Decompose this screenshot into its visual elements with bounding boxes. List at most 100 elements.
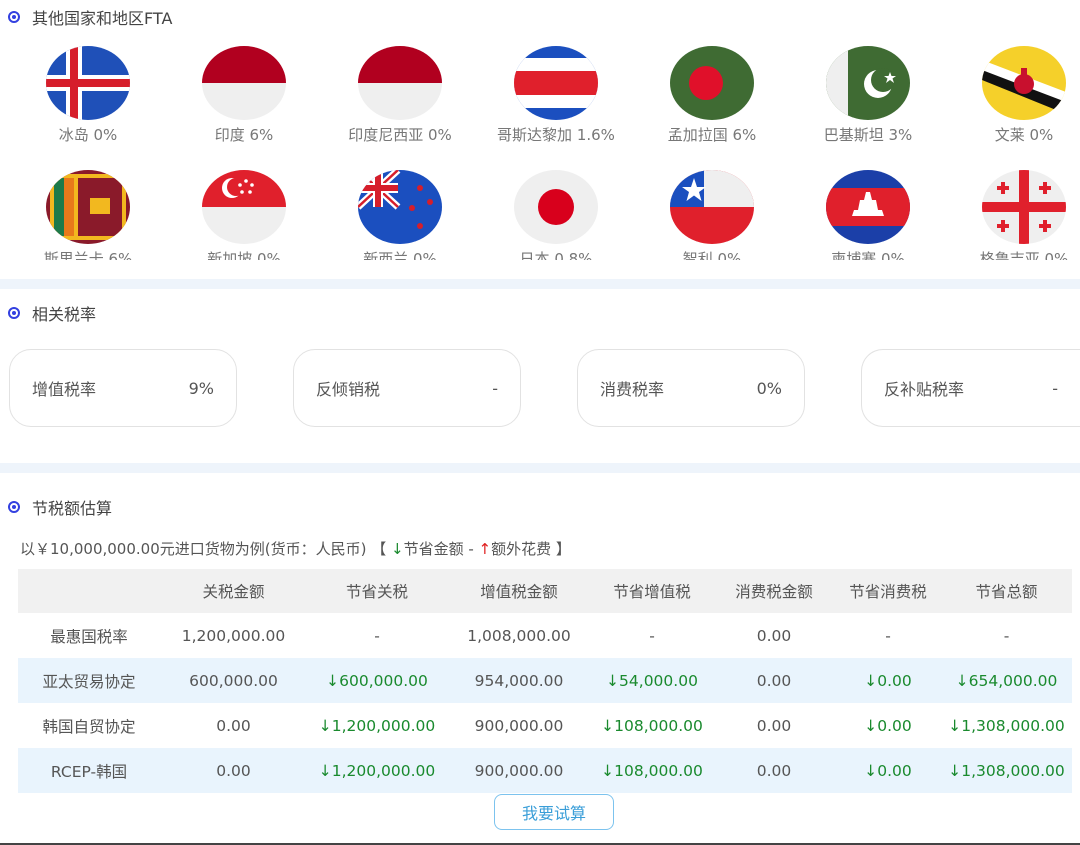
section-bullet-icon bbox=[8, 11, 20, 23]
country-item-new-zealand[interactable]: 新西兰 0% bbox=[325, 170, 475, 260]
cell-value: - bbox=[885, 626, 891, 645]
rate-card-name: 消费税率 bbox=[600, 380, 665, 399]
flag-grid: 冰岛 0% 印度 6% 印度尼西亚 0% 哥斯达黎加 1.6% 孟加拉国 6% … bbox=[0, 38, 1080, 260]
chile-flag-icon bbox=[670, 170, 754, 244]
savings-section-title: 节税额估算 bbox=[32, 499, 113, 518]
country-label: 印度 6% bbox=[214, 126, 274, 144]
section-bullet-icon bbox=[8, 307, 20, 319]
column-header: 节省关税 bbox=[307, 569, 447, 613]
bangladesh-flag-icon bbox=[670, 46, 754, 120]
country-label: 冰岛 0% bbox=[58, 126, 118, 144]
row-name: 亚太贸易协定 bbox=[18, 658, 160, 703]
fta-section-title: 其他国家和地区FTA bbox=[32, 9, 173, 28]
rate-card-value: - bbox=[492, 378, 498, 398]
cell-saving: ↓0.00 bbox=[835, 748, 941, 793]
rate-card-anti-dumping: 反倾销税 - bbox=[293, 349, 521, 427]
country-item-georgia[interactable]: 格鲁吉亚 0% bbox=[949, 170, 1080, 260]
rate-card-name: 增值税率 bbox=[32, 380, 97, 399]
country-item-costa-rica[interactable]: 哥斯达黎加 1.6% bbox=[481, 46, 631, 145]
country-item-bangladesh[interactable]: 孟加拉国 6% bbox=[637, 46, 787, 145]
desc-extra-label: 额外花费 bbox=[491, 540, 552, 558]
country-item-cambodia[interactable]: 柬埔寨 0% bbox=[793, 170, 943, 260]
cell-value: 900,000.00 bbox=[474, 716, 564, 735]
costa-rica-flag-icon bbox=[514, 46, 598, 120]
section-divider bbox=[0, 279, 1080, 289]
row-name: 最惠国税率 bbox=[50, 627, 128, 646]
cell-value: 600,000.00 bbox=[160, 658, 307, 703]
sri-lanka-flag-icon bbox=[46, 170, 130, 244]
desc-save-label: 节省金额 bbox=[403, 540, 464, 558]
cell-saving: ↓1,200,000.00 bbox=[318, 716, 436, 735]
desc-prefix: 以￥10,000,000.00元进口货物为例(货币：人民币) 【 bbox=[20, 540, 391, 558]
row-name: 韩国自贸协定 bbox=[42, 717, 136, 736]
country-label: 柬埔寨 0% bbox=[831, 250, 905, 260]
rate-card-name: 反补贴税率 bbox=[884, 380, 965, 399]
cell-value: 954,000.00 bbox=[447, 658, 591, 703]
rate-card-countervailing: 反补贴税率 - bbox=[861, 349, 1080, 427]
cell-saving: ↓0.00 bbox=[864, 716, 912, 735]
country-item-singapore[interactable]: 新加坡 0% bbox=[169, 170, 319, 260]
country-item-iceland[interactable]: 冰岛 0% bbox=[13, 46, 163, 145]
singapore-flag-icon bbox=[202, 170, 286, 244]
savings-section-header: 节税额估算 bbox=[8, 495, 112, 519]
pakistan-flag-icon bbox=[826, 46, 910, 120]
country-label: 文莱 0% bbox=[994, 126, 1054, 144]
cell-saving: ↓108,000.00 bbox=[591, 748, 713, 793]
country-item-sri-lanka[interactable]: 斯里兰卡 6% bbox=[13, 170, 163, 260]
cell-value: - bbox=[374, 626, 380, 645]
desc-suffix: 】 bbox=[551, 540, 571, 558]
column-header: 增值税金额 bbox=[447, 569, 591, 613]
column-header bbox=[18, 569, 160, 613]
cambodia-flag-icon bbox=[826, 170, 910, 244]
table-row: RCEP-韩国 0.00 ↓1,200,000.00 900,000.00 ↓1… bbox=[18, 748, 1072, 793]
desc-separator: - bbox=[463, 540, 479, 558]
cell-value: 900,000.00 bbox=[447, 748, 591, 793]
rates-section-header: 相关税率 bbox=[8, 301, 96, 325]
country-label: 新加坡 0% bbox=[207, 250, 281, 260]
up-arrow-icon: ↑ bbox=[478, 540, 492, 558]
column-header: 节省增值税 bbox=[591, 569, 713, 613]
column-header: 节省总额 bbox=[941, 569, 1072, 613]
cell-saving: ↓1,308,000.00 bbox=[948, 716, 1065, 735]
country-item-chile[interactable]: 智利 0% bbox=[637, 170, 787, 260]
section-bullet-icon bbox=[8, 501, 20, 513]
japan-flag-icon bbox=[514, 170, 598, 244]
table-row: 韩国自贸协定 0.00 ↓1,200,000.00 900,000.00 ↓10… bbox=[18, 703, 1072, 748]
fta-section-header: 其他国家和地区FTA bbox=[8, 5, 172, 29]
country-label: 日本 0.8% bbox=[519, 250, 593, 260]
country-item-indonesia[interactable]: 印度尼西亚 0% bbox=[325, 46, 475, 145]
cell-saving: ↓1,308,000.00 bbox=[941, 748, 1072, 793]
cell-value: 0.00 bbox=[713, 748, 835, 793]
country-item-japan[interactable]: 日本 0.8% bbox=[481, 170, 631, 260]
down-arrow-icon: ↓ bbox=[390, 540, 404, 558]
country-label: 智利 0% bbox=[682, 250, 742, 260]
column-header: 节省消费税 bbox=[835, 569, 941, 613]
column-header: 消费税金额 bbox=[713, 569, 835, 613]
country-item-pakistan[interactable]: 巴基斯坦 3% bbox=[793, 46, 943, 145]
rate-card-vat: 增值税率 9% bbox=[9, 349, 237, 427]
rates-section-title: 相关税率 bbox=[32, 305, 97, 324]
savings-table: 关税金额 节省关税 增值税金额 节省增值税 消费税金额 节省消费税 节省总额 最… bbox=[18, 569, 1072, 793]
indonesia-flag-icon bbox=[358, 46, 442, 120]
iceland-flag-icon bbox=[46, 46, 130, 120]
cell-saving: ↓54,000.00 bbox=[591, 658, 713, 703]
rate-card-consumption-tax: 消费税率 0% bbox=[577, 349, 805, 427]
country-label: 格鲁吉亚 0% bbox=[979, 250, 1069, 260]
rate-card-value: - bbox=[1052, 378, 1058, 398]
cell-value: 0.00 bbox=[216, 716, 251, 735]
row-name: RCEP-韩国 bbox=[18, 748, 160, 793]
country-item-brunei[interactable]: 文莱 0% bbox=[949, 46, 1080, 145]
rate-card-value: 9% bbox=[188, 378, 214, 398]
cell-saving: ↓654,000.00 bbox=[941, 658, 1072, 703]
country-label: 新西兰 0% bbox=[363, 250, 437, 260]
cell-saving: ↓108,000.00 bbox=[601, 716, 703, 735]
country-item-india[interactable]: 印度 6% bbox=[169, 46, 319, 145]
column-header: 关税金额 bbox=[160, 569, 307, 613]
cell-value: 1,008,000.00 bbox=[467, 626, 571, 645]
cell-saving: ↓0.00 bbox=[835, 658, 941, 703]
try-calculate-button[interactable]: 我要试算 bbox=[494, 794, 614, 830]
cell-value: 0.00 bbox=[713, 658, 835, 703]
country-label: 印度尼西亚 0% bbox=[348, 126, 452, 144]
country-label: 哥斯达黎加 1.6% bbox=[497, 126, 615, 144]
table-header-row: 关税金额 节省关税 增值税金额 节省增值税 消费税金额 节省消费税 节省总额 bbox=[18, 569, 1072, 613]
